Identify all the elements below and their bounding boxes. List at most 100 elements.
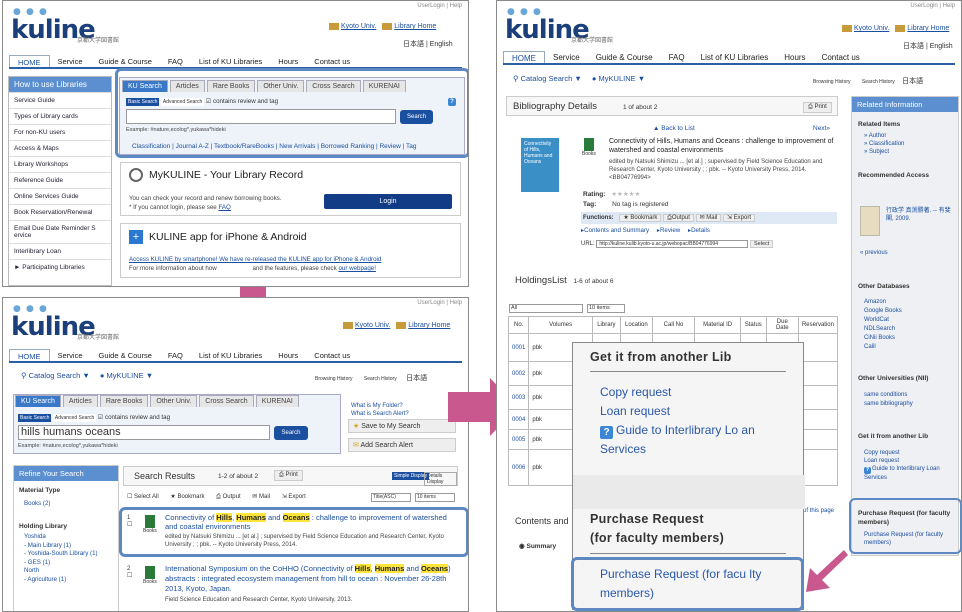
nav-guide[interactable]: Guide & Course (91, 55, 160, 67)
nav-contact[interactable]: Contact us (814, 51, 868, 63)
nav-hours[interactable]: Hours (270, 349, 306, 361)
sidebar-item[interactable]: Reference Guide (9, 172, 111, 188)
popup-loan-request-link[interactable]: Loan request (600, 402, 670, 421)
nav-hours[interactable]: Hours (776, 51, 813, 63)
rating-stars[interactable]: ★★★★★ (611, 191, 640, 198)
bookmark-button[interactable]: ★ Bookmark (619, 214, 662, 222)
db-link[interactable]: Calil (864, 343, 902, 352)
popup-ill-guide-link[interactable]: ? Guide to Interlibrary Lo an Services (600, 421, 790, 459)
details-link[interactable]: ▸Details (688, 227, 710, 234)
library-home-link[interactable]: Library Home (408, 322, 450, 329)
nav-list-libraries[interactable]: List of KU Libraries (693, 51, 777, 63)
library-home-link[interactable]: Library Home (394, 23, 436, 30)
review-link[interactable]: ▸Review (657, 227, 680, 234)
holding-no-link[interactable]: 0005 (507, 429, 530, 450)
bookmark-button[interactable]: ★ Bookmark (170, 494, 204, 500)
nav-faq[interactable]: FAQ (160, 55, 191, 67)
perpage-select[interactable]: 10 items (415, 493, 455, 502)
mail-button[interactable]: ✉ Mail (695, 214, 722, 222)
copy-request-link[interactable]: Copy request (864, 449, 958, 457)
nav-service[interactable]: Service (545, 51, 588, 63)
language-links[interactable]: 日本語 | English (403, 39, 453, 49)
nav-guide[interactable]: Guide & Course (91, 349, 160, 361)
db-link[interactable]: Google Books (864, 307, 902, 316)
advanced-search-tab[interactable]: Advanced Search (52, 414, 97, 422)
popup-copy-request-link[interactable]: Copy request (600, 383, 671, 402)
user-login-help-links[interactable]: UserLogin | Help (417, 300, 462, 306)
sidebar-item[interactable]: Access & Maps (9, 140, 111, 156)
language-links[interactable]: 日本語 | English (903, 41, 953, 51)
nav-service[interactable]: Service (50, 349, 91, 361)
what-is-folder-link[interactable]: What is My Folder? (351, 402, 409, 410)
ill-guide-link[interactable]: ? Guide to Interlibrary Loan Services (864, 465, 958, 482)
facet-item[interactable]: North (24, 567, 118, 576)
holdings-perpage[interactable]: 10 items (587, 304, 625, 313)
kyoto-univ-link[interactable]: Kyoto Univ. (355, 322, 390, 329)
previous-link[interactable]: « previous (860, 250, 888, 256)
output-button[interactable]: ⎙Output (663, 214, 694, 222)
basic-search-tab[interactable]: Basic Search (18, 414, 52, 422)
recommended-book-link[interactable]: 行政学 真渕勝著. -- 有斐閣, 2009. (886, 207, 956, 223)
holding-no-link[interactable]: 0006 (507, 449, 530, 486)
holdings-filter[interactable]: All (509, 304, 583, 313)
add-search-alert-button[interactable]: ✉ Add Search Alert (348, 438, 456, 452)
holding-no-link[interactable]: 0002 (507, 361, 530, 386)
facet-item[interactable]: - Agriculture (1) (24, 576, 118, 585)
nav-service[interactable]: Service (50, 55, 91, 67)
nav-home[interactable]: HOME (9, 55, 50, 67)
mail-button[interactable]: ✉ Mail (252, 494, 270, 500)
recommended-book-cover[interactable] (860, 206, 880, 236)
related-classification-link[interactable]: » Classification (864, 140, 958, 148)
search-input[interactable]: hills humans oceans (18, 425, 270, 440)
search-button[interactable]: Search (274, 426, 308, 440)
tab-other-univ[interactable]: Other Univ. (150, 395, 198, 407)
db-link[interactable]: WorldCat (864, 316, 902, 325)
nav-faq[interactable]: FAQ (661, 51, 693, 63)
library-home-link[interactable]: Library Home (907, 25, 949, 32)
select-all-checkbox[interactable]: ☐ Select All (127, 494, 159, 500)
save-to-my-search-button[interactable]: ★ Save to My Search (348, 419, 456, 433)
back-to-list-link[interactable]: ▲ Back to List (653, 125, 695, 132)
facet-item[interactable]: - Yoshida-South Library (1) (24, 550, 118, 559)
top-of-page-link[interactable]: of this page (803, 508, 834, 514)
db-link[interactable]: CiNii Books (864, 334, 902, 343)
catalog-search-menu[interactable]: Catalog Search ▼ (29, 371, 90, 380)
browsing-history-link[interactable]: Browsing History (813, 79, 851, 85)
tab-rare-books[interactable]: Rare Books (99, 395, 149, 407)
search-history-link[interactable]: Search History (364, 376, 397, 382)
export-button[interactable]: ⇲ Export (282, 494, 306, 500)
nav-guide[interactable]: Guide & Course (588, 51, 661, 63)
nav-home[interactable]: HOME (9, 349, 50, 361)
faq-link[interactable]: FAQ (218, 204, 230, 211)
browsing-history-link[interactable]: Browsing History (315, 376, 353, 382)
contents-summary-link[interactable]: ▸Contents and Summary (581, 227, 649, 234)
sidebar-item[interactable]: Book Reservation/Renewal (9, 204, 111, 220)
nav-list-libraries[interactable]: List of KU Libraries (191, 349, 270, 361)
details-display-button[interactable]: Details Display (424, 472, 457, 486)
search-history-link[interactable]: Search History (862, 79, 895, 85)
app-link[interactable]: Access KULINE by smartphone! We have re-… (129, 256, 381, 263)
catalog-search-menu[interactable]: Catalog Search ▼ (521, 74, 582, 83)
db-link[interactable]: Amazon (864, 298, 902, 307)
holding-no-link[interactable]: 0004 (507, 409, 530, 430)
holding-no-link[interactable]: 0003 (507, 385, 530, 410)
facet-item[interactable]: - GES (1) (24, 559, 118, 568)
nav-home[interactable]: HOME (503, 51, 545, 63)
login-button[interactable]: Login (324, 194, 452, 209)
books-facet[interactable]: Books (2) (14, 496, 118, 511)
mykuline-menu[interactable]: MyKULINE ▼ (107, 371, 154, 380)
url-select-button[interactable]: Select (750, 240, 774, 248)
nav-contact[interactable]: Contact us (306, 349, 358, 361)
nav-faq[interactable]: FAQ (160, 349, 191, 361)
user-login-help-links[interactable]: UserLogin | Help (910, 3, 955, 9)
kyoto-univ-link[interactable]: Kyoto Univ. (341, 23, 376, 30)
nav-hours[interactable]: Hours (270, 55, 306, 67)
db-link[interactable]: NDLSearch (864, 325, 902, 334)
sidebar-item[interactable]: Email Due Date Reminder S ervice (9, 220, 111, 243)
tab-articles[interactable]: Articles (62, 395, 98, 407)
facet-item[interactable]: Yoshida (24, 533, 118, 542)
next-link[interactable]: Next» (813, 125, 830, 132)
sidebar-item[interactable]: Interlibrary Loan (9, 243, 111, 259)
what-is-alert-link[interactable]: What is Search Alert? (351, 410, 409, 418)
sidebar-item[interactable]: Service Guide (9, 92, 111, 108)
